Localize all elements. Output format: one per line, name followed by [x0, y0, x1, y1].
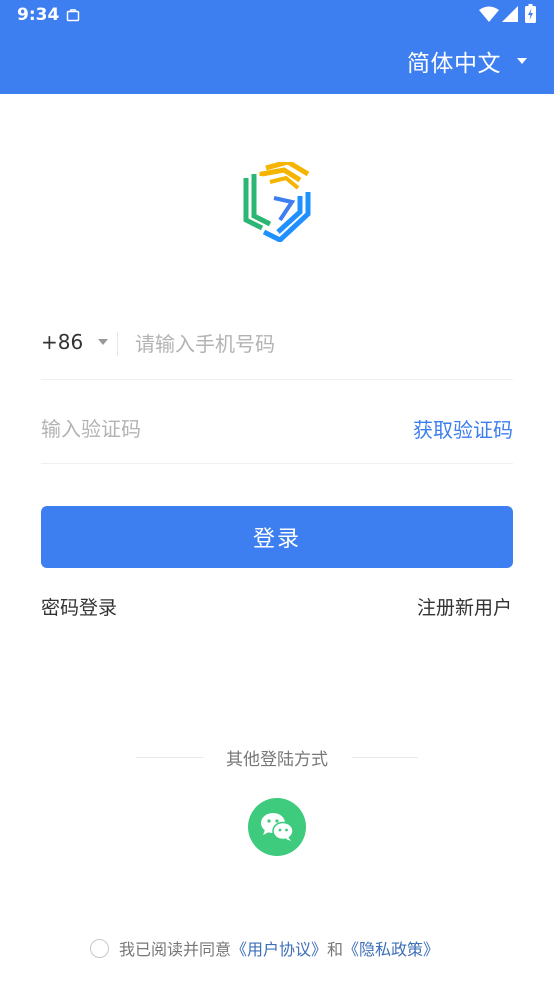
user-agreement-link[interactable]: 《用户协议》: [231, 936, 327, 960]
caret-down-icon: [98, 339, 109, 345]
signal-icon: [502, 6, 518, 22]
notification-clipboard-icon: [66, 9, 80, 22]
language-label: 简体中文: [407, 51, 501, 77]
app-logo: [243, 162, 311, 242]
password-login-link[interactable]: 密码登录: [41, 593, 117, 620]
caret-down-icon: [517, 58, 527, 64]
wechat-icon: [261, 813, 294, 841]
language-selector[interactable]: 简体中文: [407, 44, 527, 78]
login-button[interactable]: 登录: [41, 506, 513, 568]
agreement-checkbox[interactable]: [90, 938, 109, 958]
get-code-button[interactable]: 获取验证码: [413, 414, 513, 443]
register-link[interactable]: 注册新用户: [417, 593, 512, 620]
country-code-divider: [117, 332, 118, 356]
agreement-and: 和: [327, 940, 344, 959]
country-code-selector[interactable]: +86: [41, 330, 109, 354]
status-time: 9:34: [17, 5, 60, 25]
agreement-row: 我已阅读并同意 《用户协议》 和 《隐私政策》: [90, 936, 439, 960]
agreement-prefix: 我已阅读并同意: [119, 940, 232, 959]
app-header: 9:34 简体中文: [0, 0, 554, 94]
wechat-login-button[interactable]: [248, 798, 306, 856]
code-row-underline: [41, 463, 513, 464]
phone-row-underline: [41, 379, 513, 380]
country-code: +86: [41, 330, 84, 354]
phone-input[interactable]: [135, 329, 495, 359]
divider-right: [352, 757, 418, 758]
other-login-title: 其他登陆方式: [226, 750, 328, 770]
wifi-icon: [479, 6, 499, 22]
privacy-policy-link[interactable]: 《隐私政策》: [343, 936, 439, 960]
verification-code-input[interactable]: [41, 414, 341, 444]
battery-charging-icon: [525, 4, 536, 23]
